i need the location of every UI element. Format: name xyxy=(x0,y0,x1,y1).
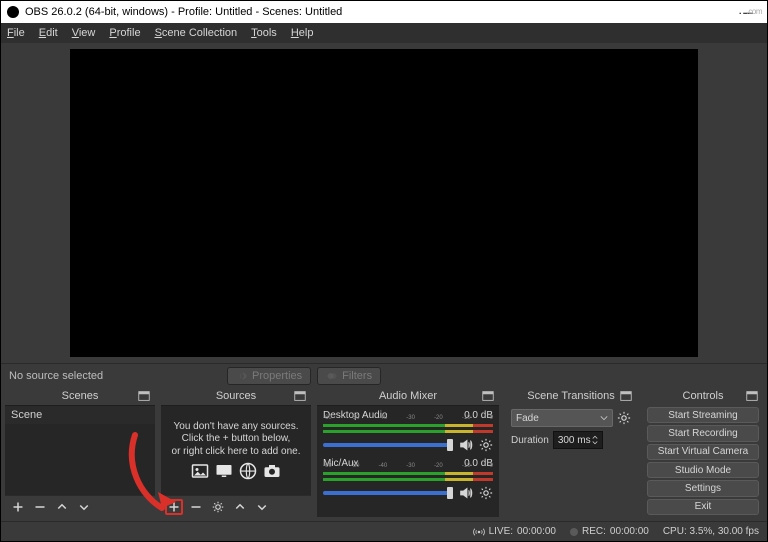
sources-list[interactable]: You don't have any sources. Click the + … xyxy=(161,405,311,495)
controls-panel: Controls Start Streaming Start Recording… xyxy=(643,387,763,517)
dock-panels: Scenes Scene Sources You don't have any xyxy=(1,387,767,521)
globe-icon xyxy=(239,462,257,480)
title-bar: OBS 26.0.2 (64-bit, windows) - Profile: … xyxy=(1,1,767,23)
mixer-header: Audio Mixer xyxy=(317,387,499,405)
status-bar: LIVE: 00:00:00 REC: 00:00:00 CPU: 3.5%, … xyxy=(1,521,767,541)
dock-icon[interactable] xyxy=(619,389,633,403)
app-icon xyxy=(7,6,19,18)
spinner-icon xyxy=(592,435,598,445)
audio-mixer-panel: Audio Mixer Desktop Audio 0.0 dB -60-50-… xyxy=(317,387,499,517)
camera-icon xyxy=(263,462,281,480)
scenes-panel: Scenes Scene xyxy=(5,387,155,517)
exit-button[interactable]: Exit xyxy=(647,499,759,515)
gear-icon[interactable] xyxy=(479,486,493,500)
image-icon xyxy=(191,462,209,480)
menu-help[interactable]: Help xyxy=(291,27,314,39)
record-dot-icon xyxy=(570,528,578,536)
window-title: OBS 26.0.2 (64-bit, windows) - Profile: … xyxy=(25,6,342,18)
menu-bar: File Edit View Profile Scene Collection … xyxy=(1,23,767,43)
scenes-footer xyxy=(5,495,155,517)
chevron-down-icon xyxy=(600,414,608,422)
transitions-panel: Scene Transitions Fade Duration 300 ms xyxy=(505,387,637,517)
dock-icon[interactable] xyxy=(293,389,307,403)
start-streaming-button[interactable]: Start Streaming xyxy=(647,407,759,423)
settings-button[interactable]: Settings xyxy=(647,480,759,496)
dock-icon[interactable] xyxy=(745,389,759,403)
scenes-header: Scenes xyxy=(5,387,155,405)
start-virtual-camera-button[interactable]: Start Virtual Camera xyxy=(647,444,759,460)
broadcast-icon xyxy=(473,527,485,537)
source-properties-button[interactable] xyxy=(209,499,227,515)
scene-item[interactable]: Scene xyxy=(5,406,155,424)
filters-button[interactable]: Filters xyxy=(317,367,381,385)
gear-icon xyxy=(236,370,248,382)
source-up-button[interactable] xyxy=(231,499,249,515)
watermark: alphr.com xyxy=(709,1,762,19)
source-status-label: No source selected xyxy=(9,370,209,382)
preview-canvas[interactable] xyxy=(70,49,698,357)
display-icon xyxy=(215,462,233,480)
audio-meter: -60-50-40-30-20-100 xyxy=(323,422,493,436)
duration-label: Duration xyxy=(511,435,549,446)
source-down-button[interactable] xyxy=(253,499,271,515)
duration-input[interactable]: 300 ms xyxy=(553,431,603,449)
add-scene-button[interactable] xyxy=(9,499,27,515)
sources-header: Sources xyxy=(161,387,311,405)
scene-up-button[interactable] xyxy=(53,499,71,515)
sources-panel: Sources You don't have any sources. Clic… xyxy=(161,387,311,517)
add-source-button[interactable] xyxy=(165,499,183,515)
mixer-channel: Mic/Aux 0.0 dB -60-50-40-30-20-100 xyxy=(323,458,493,500)
audio-meter: -60-50-40-30-20-100 xyxy=(323,470,493,484)
gear-icon[interactable] xyxy=(479,438,493,452)
transitions-header: Scene Transitions xyxy=(505,387,637,405)
mixer-body: Desktop Audio 0.0 dB -60-50-40-30-20-100 xyxy=(317,405,499,517)
studio-mode-button[interactable]: Studio Mode xyxy=(647,462,759,478)
menu-edit[interactable]: Edit xyxy=(39,27,58,39)
sources-hint-icons xyxy=(191,462,281,480)
speaker-icon[interactable] xyxy=(459,486,473,500)
transition-select[interactable]: Fade xyxy=(511,409,613,427)
dock-icon[interactable] xyxy=(137,389,151,403)
scene-down-button[interactable] xyxy=(75,499,93,515)
menu-view[interactable]: View xyxy=(72,27,96,39)
properties-button[interactable]: Properties xyxy=(227,367,311,385)
mixer-channel: Desktop Audio 0.0 dB -60-50-40-30-20-100 xyxy=(323,410,493,452)
sources-empty-message: You don't have any sources. Click the + … xyxy=(172,421,301,459)
cpu-status: CPU: 3.5%, 30.00 fps xyxy=(663,526,759,537)
speaker-icon[interactable] xyxy=(459,438,473,452)
remove-scene-button[interactable] xyxy=(31,499,49,515)
menu-file[interactable]: File xyxy=(7,27,25,39)
remove-source-button[interactable] xyxy=(187,499,205,515)
source-toolbar: No source selected Properties Filters xyxy=(1,363,767,387)
start-recording-button[interactable]: Start Recording xyxy=(647,425,759,441)
menu-scene-collection[interactable]: Scene Collection xyxy=(155,27,238,39)
obs-window: OBS 26.0.2 (64-bit, windows) - Profile: … xyxy=(0,0,768,542)
controls-header: Controls xyxy=(643,387,763,405)
preview-area xyxy=(1,43,767,363)
volume-slider[interactable] xyxy=(323,491,453,495)
live-status: LIVE: 00:00:00 xyxy=(473,526,556,537)
filter-icon xyxy=(326,370,338,382)
dock-icon[interactable] xyxy=(481,389,495,403)
rec-status: REC: 00:00:00 xyxy=(570,526,649,537)
scenes-list[interactable]: Scene xyxy=(5,405,155,495)
menu-profile[interactable]: Profile xyxy=(109,27,140,39)
menu-tools[interactable]: Tools xyxy=(251,27,277,39)
volume-slider[interactable] xyxy=(323,443,453,447)
sources-footer xyxy=(161,495,311,517)
gear-icon[interactable] xyxy=(617,411,631,425)
